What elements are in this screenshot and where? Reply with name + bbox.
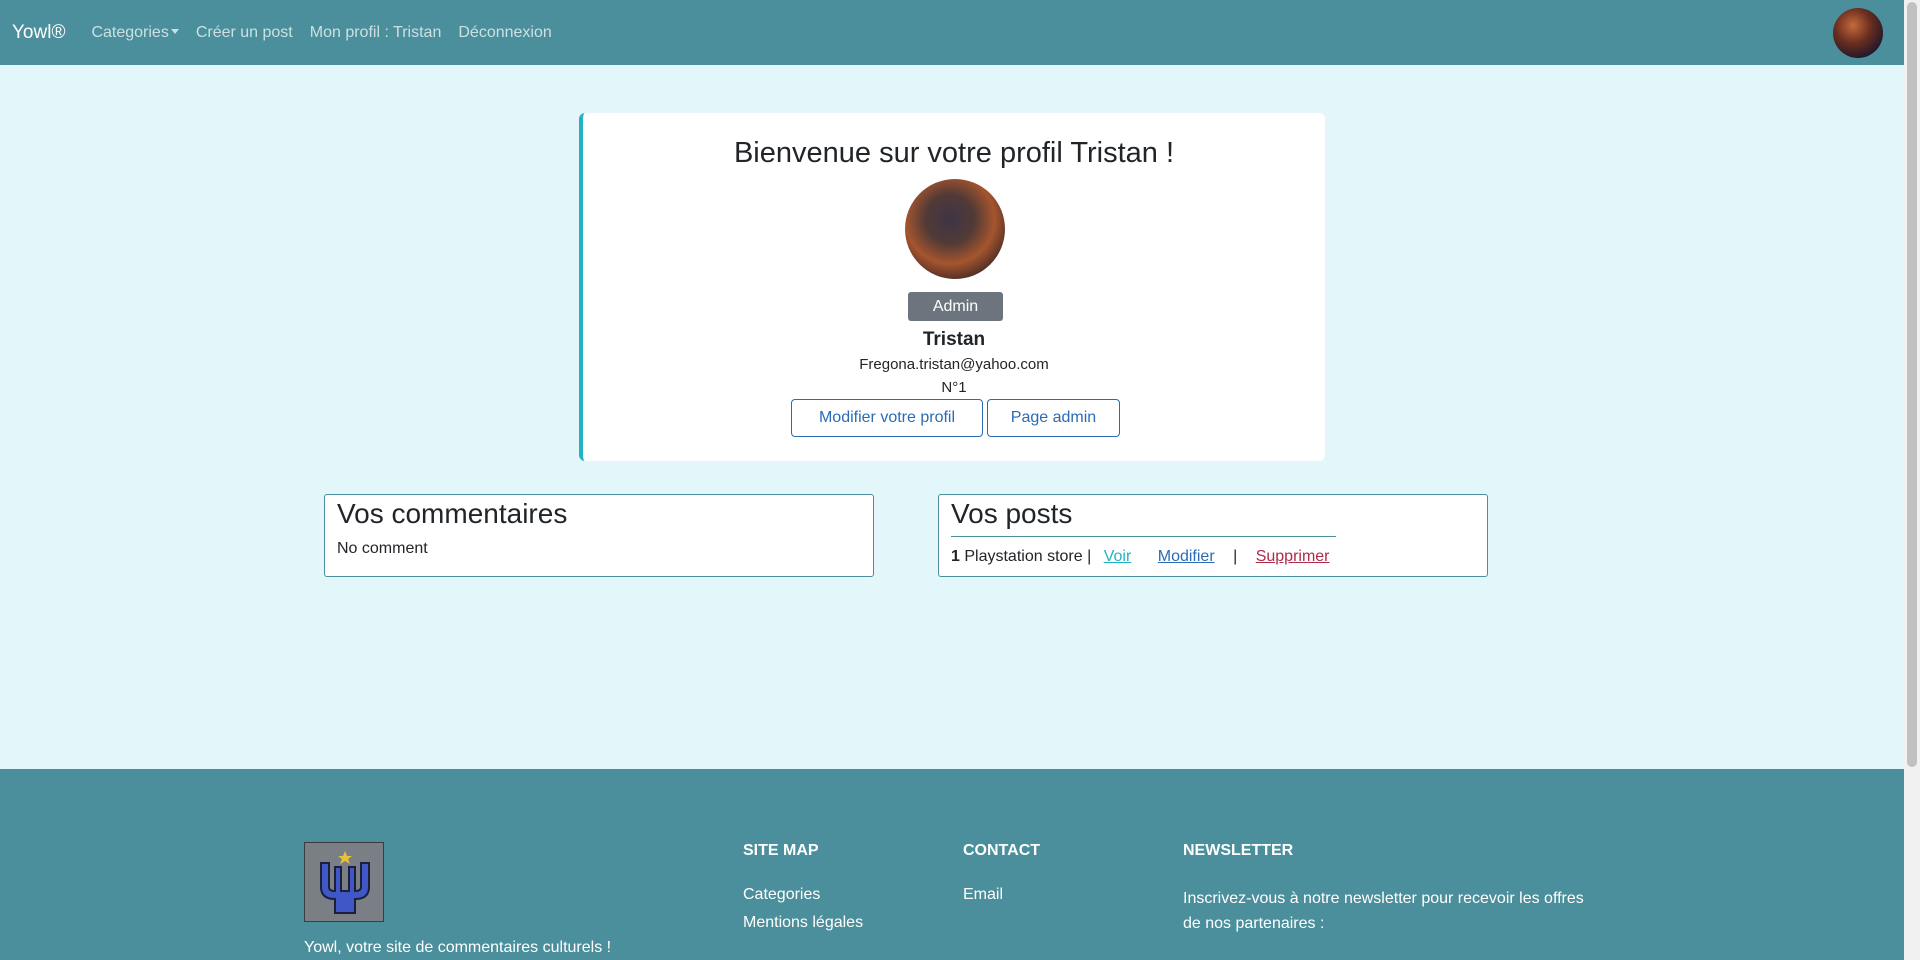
footer-logo: [304, 842, 384, 922]
posts-title: Vos posts: [951, 498, 1073, 529]
trident-logo-icon: [320, 851, 370, 914]
caret-down-icon: [170, 28, 179, 34]
post-id: 1: [951, 548, 960, 565]
profile-email: Fregona.tristan@yahoo.com: [859, 356, 1049, 373]
profile-avatar: [905, 179, 1005, 279]
nav-categories-dropdown[interactable]: Categories: [91, 23, 179, 42]
footer-tagline: Yowl, votre site de commentaires culture…: [304, 939, 612, 956]
posts-panel: Vos posts 1 Playstation store | Voir Mod…: [938, 494, 1488, 577]
nav-logout[interactable]: Déconnexion: [458, 24, 551, 42]
profile-user-number: N°1: [941, 379, 967, 396]
footer-sitemap: SITE MAP Categories Mentions légales: [743, 842, 863, 942]
posts-divider: [951, 536, 1336, 537]
post-delete-link[interactable]: Supprimer: [1256, 548, 1330, 565]
comments-empty-text: No comment: [337, 540, 428, 557]
edit-profile-button[interactable]: Modifier votre profil: [791, 399, 983, 437]
profile-name: Tristan: [922, 329, 986, 350]
footer-link-categories[interactable]: Categories: [743, 886, 863, 904]
nav-categories-label: Categories: [91, 23, 169, 41]
post-separator: |: [1087, 548, 1092, 565]
post-action-separator: |: [1233, 548, 1238, 565]
footer-newsletter: NEWSLETTER Inscrivez-vous à notre newsle…: [1183, 842, 1593, 936]
page-scrollbar[interactable]: [1904, 0, 1920, 960]
admin-page-button[interactable]: Page admin: [987, 399, 1120, 437]
role-badge: Admin: [908, 292, 1003, 321]
post-edit-link[interactable]: Modifier: [1158, 548, 1215, 565]
comments-title: Vos commentaires: [337, 498, 568, 529]
nav-create-post[interactable]: Créer un post: [196, 24, 293, 42]
post-name: Playstation store: [964, 548, 1083, 565]
profile-title: Bienvenue sur votre profil Tristan !: [733, 137, 1175, 169]
nav-user-avatar[interactable]: [1833, 8, 1883, 58]
scrollbar-thumb[interactable]: [1907, 2, 1917, 767]
post-view-link[interactable]: Voir: [1104, 548, 1132, 565]
sitemap-heading: SITE MAP: [743, 842, 819, 859]
newsletter-text: Inscrivez-vous à notre newsletter pour r…: [1183, 890, 1584, 932]
comments-panel: Vos commentaires No comment: [324, 494, 874, 577]
nav-my-profile[interactable]: Mon profil : Tristan: [310, 24, 442, 42]
brand-link[interactable]: Yowl®: [12, 22, 65, 44]
post-row: 1 Playstation store | Voir Modifier | Su…: [951, 548, 1330, 566]
site-footer: Yowl, votre site de commentaires culture…: [0, 769, 1904, 960]
newsletter-heading: NEWSLETTER: [1183, 842, 1294, 859]
top-navbar: Yowl® Categories Créer un post Mon profi…: [0, 0, 1904, 65]
footer-link-legal[interactable]: Mentions légales: [743, 914, 863, 932]
profile-card: Bienvenue sur votre profil Tristan ! Adm…: [579, 113, 1325, 461]
footer-link-email[interactable]: Email: [963, 886, 1040, 904]
footer-contact: CONTACT Email: [963, 842, 1040, 914]
contact-heading: CONTACT: [963, 842, 1041, 859]
